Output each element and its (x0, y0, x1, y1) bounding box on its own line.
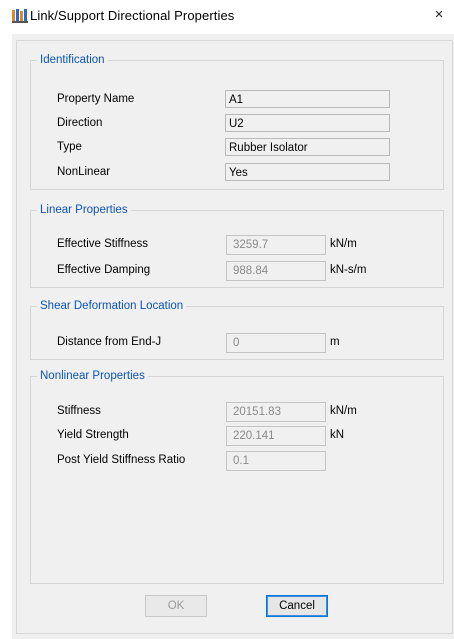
nonlinear-properties-legend: Nonlinear Properties (40, 370, 145, 382)
property-name-value: A1 (225, 90, 390, 108)
stiffness-row: Stiffness 20151.83 kN/m (31, 402, 443, 422)
dialog-body: Identification Property Name A1 Directio… (12, 34, 454, 639)
yield-strength-field[interactable]: 220.141 (226, 426, 326, 446)
nonlinear-row: NonLinear Yes (31, 163, 443, 183)
identification-group: Identification Property Name A1 Directio… (30, 54, 444, 190)
post-yield-ratio-row: Post Yield Stiffness Ratio 0.1 (31, 451, 443, 471)
cancel-button[interactable]: Cancel (266, 595, 328, 617)
stiffness-unit: kN/m (330, 405, 357, 417)
type-value: Rubber Isolator (225, 138, 390, 156)
effective-stiffness-unit: kN/m (330, 238, 357, 250)
effective-damping-label: Effective Damping (57, 264, 151, 276)
property-name-row: Property Name A1 (31, 90, 443, 110)
linear-properties-group: Linear Properties Effective Stiffness 32… (30, 204, 444, 288)
effective-damping-row: Effective Damping 988.84 kN-s/m (31, 261, 443, 281)
close-button[interactable]: × (424, 0, 454, 30)
direction-label: Direction (57, 117, 103, 129)
yield-strength-unit: kN (330, 429, 345, 441)
title-bar: Link/Support Directional Properties × (0, 0, 454, 30)
yield-strength-label: Yield Strength (57, 429, 129, 441)
distance-end-j-unit: m (330, 336, 340, 348)
window-title: Link/Support Directional Properties (30, 8, 235, 23)
post-yield-ratio-label: Post Yield Stiffness Ratio (57, 454, 186, 466)
close-icon: × (434, 6, 444, 23)
effective-stiffness-row: Effective Stiffness 3259.7 kN/m (31, 235, 443, 255)
effective-damping-unit: kN-s/m (330, 264, 367, 276)
identification-legend: Identification (40, 54, 105, 66)
distance-end-j-label: Distance from End-J (57, 336, 162, 348)
linear-properties-legend: Linear Properties (40, 204, 128, 216)
direction-row: Direction U2 (31, 114, 443, 134)
shear-deformation-group: Shear Deformation Location Distance from… (30, 300, 444, 360)
direction-value: U2 (225, 114, 390, 132)
app-icon (12, 9, 28, 23)
effective-stiffness-label: Effective Stiffness (57, 238, 148, 250)
distance-end-j-field[interactable]: 0 (226, 333, 326, 353)
property-name-label: Property Name (57, 93, 135, 105)
yield-strength-row: Yield Strength 220.141 kN (31, 426, 443, 446)
nonlinear-label: NonLinear (57, 166, 111, 178)
effective-damping-field[interactable]: 988.84 (226, 261, 326, 281)
shear-deformation-legend: Shear Deformation Location (40, 300, 184, 312)
post-yield-ratio-field[interactable]: 0.1 (226, 451, 326, 471)
stiffness-field[interactable]: 20151.83 (226, 402, 326, 422)
nonlinear-value: Yes (225, 163, 390, 181)
stiffness-label: Stiffness (57, 405, 101, 417)
distance-end-j-row: Distance from End-J 0 m (31, 333, 443, 353)
type-row: Type Rubber Isolator (31, 138, 443, 158)
type-label: Type (57, 141, 82, 153)
ok-button[interactable]: OK (145, 595, 207, 617)
nonlinear-properties-group: Nonlinear Properties Stiffness 20151.83 … (30, 370, 444, 584)
effective-stiffness-field[interactable]: 3259.7 (226, 235, 326, 255)
